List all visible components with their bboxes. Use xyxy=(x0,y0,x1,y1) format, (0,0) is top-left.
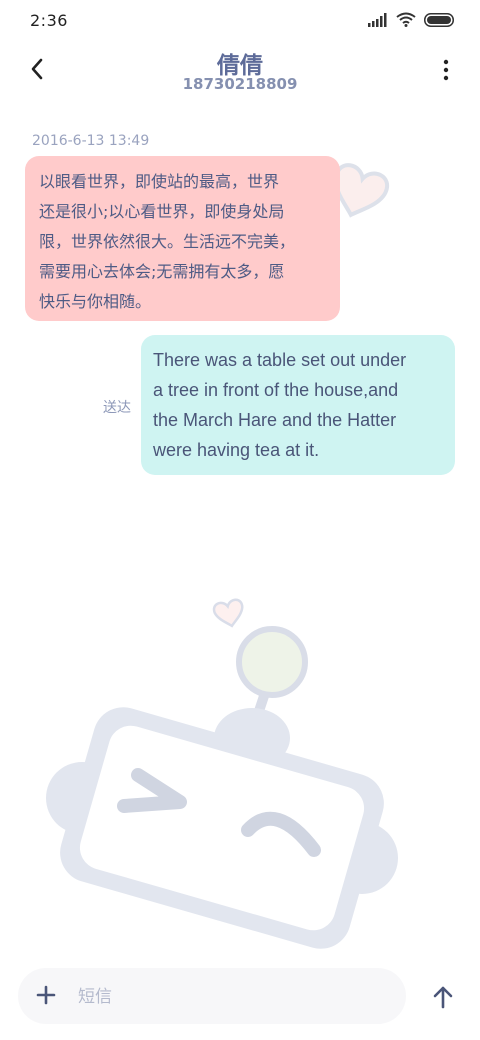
message-line: the March Hare and the Hatter xyxy=(153,410,397,430)
message-line: 需要用心去体会;无需拥有太多，愿 xyxy=(39,262,285,281)
conversation-header: 倩倩 18730218809 xyxy=(0,40,480,100)
message-line: 还是很小;以心看世界，即使身处局 xyxy=(39,202,285,221)
delivery-status: 送达 xyxy=(103,400,131,416)
composer-bar xyxy=(18,968,406,1026)
status-bar: 2:36 xyxy=(0,0,480,40)
battery-icon xyxy=(424,12,454,31)
incoming-message-bubble[interactable]: 以眼看世界，即使站的最高，世界 还是很小;以心看世界，即使身处局 限，世界依然很… xyxy=(25,156,340,321)
status-icons xyxy=(368,12,454,31)
more-options-button[interactable] xyxy=(436,56,456,84)
more-vertical-icon xyxy=(443,59,449,81)
plus-icon xyxy=(36,985,56,1005)
message-line: There was a table set out under xyxy=(153,350,407,370)
send-button[interactable] xyxy=(428,982,458,1012)
message-line: 限，世界依然很大。生活远不完美， xyxy=(39,232,296,251)
message-line: 以眼看世界，即使站的最高，世界 xyxy=(39,172,280,191)
contact-number: 18730218809 xyxy=(182,75,298,93)
arrow-up-icon xyxy=(433,986,453,1009)
status-time: 2:36 xyxy=(30,11,68,30)
outgoing-message-bubble[interactable]: There was a table set out under a tree i… xyxy=(141,335,455,475)
message-line: a tree in front of the house,and xyxy=(153,380,399,400)
small-heart-icon xyxy=(212,598,244,628)
attach-button[interactable] xyxy=(34,983,58,1007)
message-timestamp: 2016-6-13 13:49 xyxy=(32,133,150,149)
sms-input[interactable] xyxy=(76,968,390,1026)
wifi-icon xyxy=(396,12,416,31)
message-line: 快乐与你相随。 xyxy=(39,292,152,311)
message-line: were having tea at it. xyxy=(153,440,320,460)
signal-icon xyxy=(368,12,388,31)
robot-illustration xyxy=(46,598,398,949)
